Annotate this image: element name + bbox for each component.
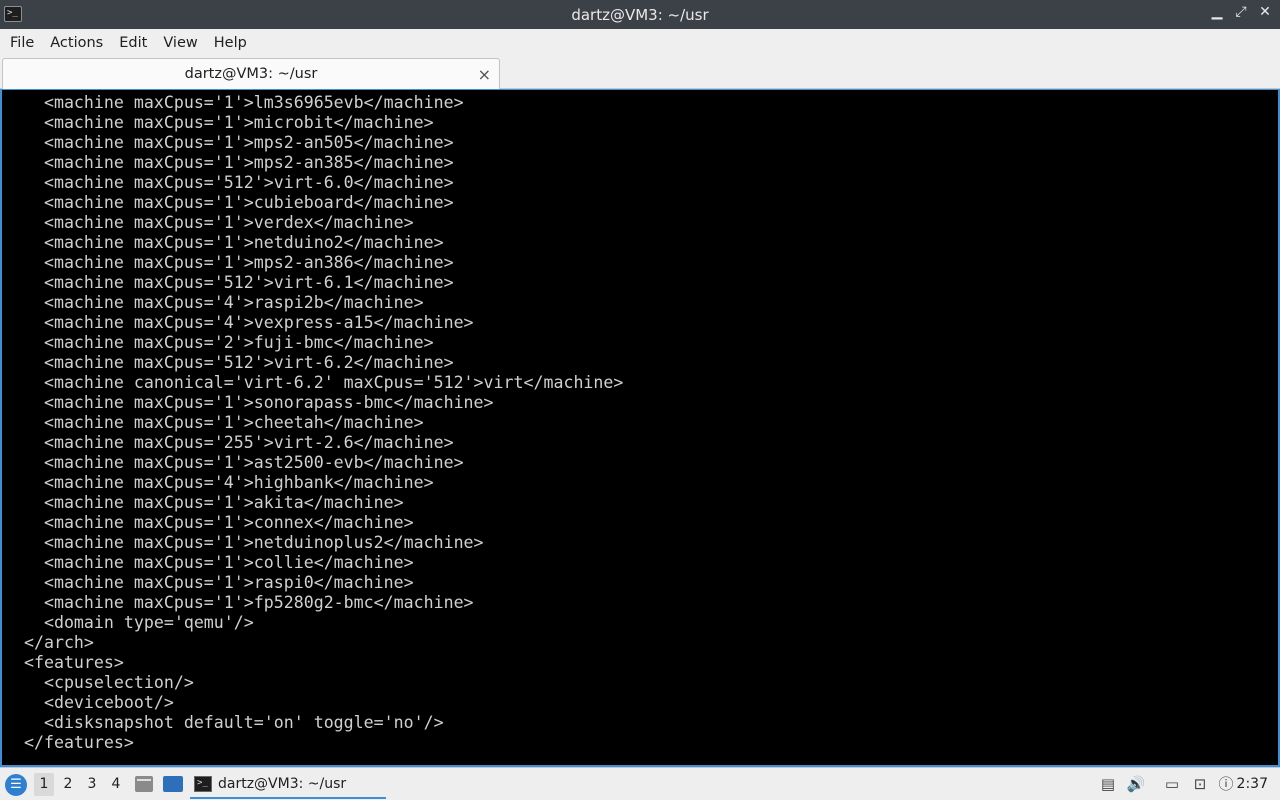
terminal-lines: <machine maxCpus='1'>lm3s6965evb</machin…	[4, 93, 623, 753]
terminal-line: <machine maxCpus='1'>lm3s6965evb</machin…	[4, 93, 464, 112]
workspace-3[interactable]: 3	[82, 773, 102, 796]
start-menu-icon[interactable]: ☰	[5, 774, 27, 796]
maximize-icon[interactable]: ⤢	[1234, 4, 1248, 20]
terminal-line: <machine maxCpus='1'>cubieboard</machine…	[4, 193, 454, 212]
tab-bar: dartz@VM3: ~/usr ×	[0, 57, 1280, 89]
menu-view[interactable]: View	[155, 29, 205, 57]
terminal-line: <machine maxCpus='512'>virt-6.0</machine…	[4, 173, 454, 192]
menubar: File Actions Edit View Help	[0, 29, 1280, 57]
taskbar-terminal-task[interactable]: >_ dartz@VM3: ~/usr	[190, 771, 386, 799]
clipboard-icon[interactable]: ▤	[1098, 773, 1118, 795]
clock[interactable]: 2:37	[1237, 768, 1268, 800]
menu-file[interactable]: File	[2, 29, 42, 57]
terminal-line: <machine maxCpus='1'>ast2500-evb</machin…	[4, 453, 464, 472]
terminal-output[interactable]: <machine maxCpus='1'>lm3s6965evb</machin…	[0, 89, 1280, 767]
menu-edit[interactable]: Edit	[111, 29, 155, 57]
file-manager-icon[interactable]	[135, 776, 153, 792]
window-titlebar: >_ dartz@VM3: ~/usr ▁ ⤢ ✕	[0, 0, 1280, 29]
terminal-line: <machine maxCpus='1'>netduinoplus2</mach…	[4, 533, 484, 552]
terminal-line: <features>	[4, 653, 124, 672]
terminal-line: <machine maxCpus='1'>fp5280g2-bmc</machi…	[4, 593, 474, 612]
workspace-4[interactable]: 4	[106, 773, 126, 796]
terminal-line: <machine maxCpus='4'>highbank</machine>	[4, 473, 434, 492]
terminal-line: <machine maxCpus='1'>microbit</machine>	[4, 113, 434, 132]
terminal-line: <machine maxCpus='1'>verdex</machine>	[4, 213, 414, 232]
terminal-line: <disksnapshot default='on' toggle='no'/>	[4, 713, 444, 732]
terminal-line: <machine maxCpus='1'>raspi0</machine>	[4, 573, 414, 592]
terminal-line: <machine maxCpus='512'>virt-6.1</machine…	[4, 273, 454, 292]
taskbar: ☰ 1 2 3 4 >_ dartz@VM3: ~/usr ▤ 🔊 ▭ ⊡ ⓘ …	[0, 767, 1280, 800]
terminal-line: <machine maxCpus='512'>virt-6.2</machine…	[4, 353, 454, 372]
workspace-2[interactable]: 2	[58, 773, 78, 796]
terminal-line: </features>	[4, 733, 134, 752]
terminal-line: <deviceboot/>	[4, 693, 174, 712]
notes-icon[interactable]: ▭	[1162, 773, 1182, 795]
terminal-app-icon: >_	[4, 6, 22, 22]
menu-help[interactable]: Help	[206, 29, 255, 57]
window-title: dartz@VM3: ~/usr	[571, 5, 709, 24]
tab-terminal[interactable]: dartz@VM3: ~/usr ×	[2, 58, 500, 89]
terminal-line: <machine maxCpus='4'>raspi2b</machine>	[4, 293, 424, 312]
terminal-line: </arch>	[4, 633, 94, 652]
terminal-line: <machine maxCpus='1'>mps2-an386</machine…	[4, 253, 454, 272]
terminal-line: <machine maxCpus='1'>mps2-an505</machine…	[4, 133, 454, 152]
terminal-line: <machine maxCpus='1'>akita</machine>	[4, 493, 404, 512]
terminal-line: <machine maxCpus='1'>mps2-an385</machine…	[4, 153, 454, 172]
notification-icon[interactable]: ⓘ	[1216, 773, 1236, 795]
tab-close-icon[interactable]: ×	[478, 65, 491, 84]
show-desktop-icon[interactable]	[163, 776, 183, 792]
terminal-line: <cpuselection/>	[4, 673, 194, 692]
network-icon[interactable]: ⊡	[1190, 773, 1210, 795]
terminal-line: <machine maxCpus='255'>virt-2.6</machine…	[4, 433, 454, 452]
task-label: dartz@VM3: ~/usr	[218, 776, 347, 792]
tab-label: dartz@VM3: ~/usr	[184, 66, 318, 82]
terminal-line: <machine maxCpus='1'>netduino2</machine>	[4, 233, 444, 252]
terminal-line: <machine maxCpus='4'>vexpress-a15</machi…	[4, 313, 474, 332]
terminal-line: <machine maxCpus='1'>connex</machine>	[4, 513, 414, 532]
volume-icon[interactable]: 🔊	[1126, 773, 1146, 795]
close-icon[interactable]: ✕	[1258, 4, 1272, 20]
minimize-icon[interactable]: ▁	[1210, 4, 1224, 20]
terminal-line: <machine canonical='virt-6.2' maxCpus='5…	[4, 373, 624, 392]
terminal-line: <machine maxCpus='1'>cheetah</machine>	[4, 413, 424, 432]
terminal-line: <machine maxCpus='1'>sonorapass-bmc</mac…	[4, 393, 494, 412]
terminal-line: <machine maxCpus='1'>collie</machine>	[4, 553, 414, 572]
terminal-line: <domain type='qemu'/>	[4, 613, 254, 632]
terminal-icon: >_	[194, 776, 212, 792]
terminal-line: <machine maxCpus='2'>fuji-bmc</machine>	[4, 333, 434, 352]
menu-actions[interactable]: Actions	[42, 29, 111, 57]
system-tray: ▤ 🔊 ▭ ⊡ ⓘ	[1098, 773, 1238, 797]
workspace-1[interactable]: 1	[34, 773, 54, 796]
window-controls: ▁ ⤢ ✕	[1210, 4, 1272, 20]
